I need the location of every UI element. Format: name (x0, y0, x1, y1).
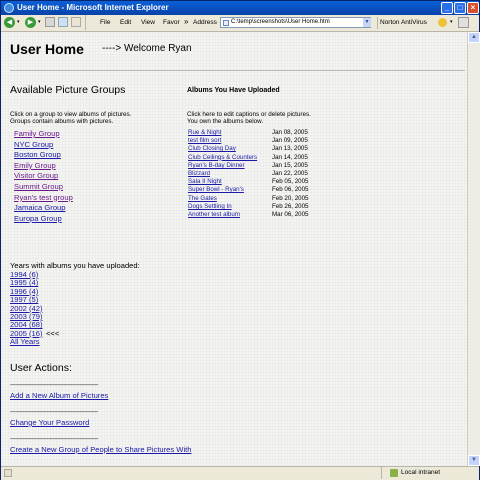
album-link[interactable]: Another test album (188, 211, 240, 218)
window-title: User Home - Microsoft Internet Explorer (17, 3, 169, 12)
status-divider (381, 467, 382, 479)
zone-label: Local intranet (401, 469, 441, 476)
address-dropdown-icon[interactable]: ▼ (363, 18, 371, 27)
album-date: Feb 05, 2005 (272, 178, 309, 186)
albums-help-2: You own the albums below. (187, 118, 264, 125)
group-link[interactable]: Summit Group (14, 182, 63, 191)
group-link[interactable]: NYC Group (14, 140, 53, 149)
address-field[interactable]: C:\temp\screenshots\User Home.htm (220, 17, 371, 28)
album-date: Jan 13, 2005 (272, 145, 308, 153)
norton-dropdown-icon[interactable]: ▾ (450, 19, 453, 25)
menu-favorites[interactable]: Favor (163, 19, 180, 26)
group-link[interactable]: Ryan's test group (14, 193, 73, 202)
norton-antivirus-button[interactable]: Norton AntiVirus (380, 19, 427, 26)
group-link[interactable]: Family Group (14, 129, 60, 138)
stop-icon[interactable] (45, 17, 55, 27)
status-bar: Local intranet (1, 466, 479, 480)
groups-help-1: Click on a group to view albums of pictu… (10, 111, 132, 118)
forward-icon[interactable]: ▶ (25, 17, 36, 28)
album-date: Jan 09, 2005 (272, 137, 308, 145)
welcome-message: ----> Welcome Ryan (102, 43, 192, 54)
separator-line: ----------------------------------------… (10, 409, 98, 416)
current-year-marker: <<< (46, 328, 60, 338)
album-link[interactable]: Dogs Settling In (188, 203, 232, 210)
more-menus-icon[interactable]: » (184, 17, 188, 26)
album-date: Jan 22, 2005 (272, 170, 308, 177)
album-link[interactable]: Ryan's B-day Dinner (188, 162, 245, 169)
vertical-scrollbar[interactable]: ▲ ▼ (467, 32, 480, 466)
album-link[interactable]: test film sort (188, 137, 221, 144)
album-link[interactable]: Blizzard (188, 170, 210, 177)
menu-edit[interactable]: Edit (120, 19, 131, 26)
forward-dropdown-icon[interactable]: ▾ (38, 19, 41, 25)
album-link[interactable]: Rue & Night (188, 129, 221, 136)
page-status-icon (4, 469, 12, 477)
maximize-button[interactable]: □ (454, 2, 466, 14)
album-date: Feb 06, 2005 (272, 186, 309, 194)
action-link[interactable]: Create a New Group of People to Share Pi… (10, 445, 192, 454)
years-label: Years with albums you have uploaded: (10, 261, 140, 270)
toolbar: ◀ ▾ ▶ ▾ File Edit View Favor » Address C… (1, 15, 479, 32)
refresh-icon[interactable] (58, 17, 68, 27)
address-value: C:\temp\screenshots\User Home.htm (231, 19, 330, 25)
menu-view[interactable]: View (141, 19, 155, 26)
menu-file[interactable]: File (100, 19, 110, 26)
album-date: Jan 14, 2005 (272, 153, 308, 161)
group-link[interactable]: Emily Group (14, 161, 56, 170)
page-content: User Home ----> Welcome Ryan Available P… (1, 32, 467, 466)
toolbar-divider (377, 17, 378, 29)
toolbar-divider (85, 15, 86, 30)
address-label: Address (193, 19, 217, 26)
albums-help-1: Click here to edit captions or delete pi… (187, 111, 311, 118)
album-date: Feb 26, 2005 (272, 202, 309, 210)
group-link[interactable]: Visitor Group (14, 171, 58, 180)
action-link[interactable]: Add a New Album of Pictures (10, 391, 108, 400)
album-link[interactable]: Club Closing Day (188, 145, 236, 152)
albums-heading: Albums You Have Uploaded (187, 87, 280, 94)
groups-help-2: Groups contain albums with pictures. (10, 118, 114, 125)
album-link[interactable]: Sala II Night (188, 178, 222, 185)
close-button[interactable]: × (467, 2, 479, 14)
ie-icon (4, 3, 14, 13)
header-divider (10, 70, 465, 71)
back-icon[interactable]: ◀ (4, 17, 15, 28)
back-dropdown-icon[interactable]: ▾ (17, 19, 20, 25)
minimize-button[interactable]: _ (441, 2, 453, 14)
all-years-link[interactable]: All Years (10, 337, 40, 346)
page-icon (223, 20, 229, 26)
separator-line: ----------------------------------------… (10, 436, 98, 443)
title-bar: User Home - Microsoft Internet Explorer … (1, 1, 479, 15)
scroll-down-icon[interactable]: ▼ (468, 455, 480, 466)
action-link[interactable]: Change Your Password (10, 418, 89, 427)
groups-heading: Available Picture Groups (10, 84, 126, 96)
browser-window: User Home - Microsoft Internet Explorer … (0, 0, 480, 480)
album-date: Mar 06, 2005 (272, 211, 309, 218)
album-link[interactable]: The Gates (188, 195, 217, 202)
group-link[interactable]: Europa Group (14, 214, 62, 223)
album-date: Jan 15, 2005 (272, 161, 308, 169)
group-link[interactable]: Jamaica Group (14, 203, 66, 212)
album-link[interactable]: Club Ceilings & Counters (188, 154, 257, 161)
separator-line: ----------------------------------------… (10, 382, 98, 389)
album-link[interactable]: Super Bowl - Ryan's (188, 186, 244, 193)
album-date: Feb 20, 2005 (272, 194, 309, 202)
intranet-icon (390, 469, 398, 477)
home-icon[interactable] (71, 17, 81, 27)
actions-heading: User Actions: (10, 362, 72, 374)
norton-icon[interactable] (438, 18, 447, 27)
links-icon[interactable] (458, 17, 469, 28)
album-date: Jan 08, 2005 (272, 129, 308, 136)
page-title: User Home (10, 41, 84, 57)
scroll-up-icon[interactable]: ▲ (468, 32, 480, 43)
group-link[interactable]: Boston Group (14, 150, 61, 159)
